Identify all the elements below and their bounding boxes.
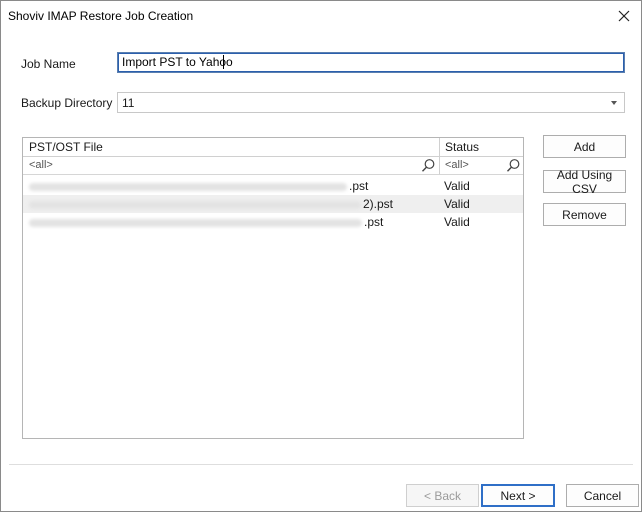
job-name-label: Job Name [21,57,76,71]
file-suffix: 2).pst [363,197,394,211]
status-filter-cell[interactable]: <all> [440,157,523,175]
table-row[interactable]: 2).pst Valid [23,195,523,213]
backup-directory-select[interactable]: 11 [117,92,625,113]
redacted-path [29,218,362,227]
status-cell: Valid [444,179,470,193]
file-path-cell: 2).pst [29,195,393,213]
file-filter-text: <all> [29,159,53,171]
column-header-file[interactable]: PST/OST File [23,138,440,157]
redacted-path [29,200,361,209]
close-button[interactable] [607,1,641,31]
backup-directory-label: Backup Directory [21,96,113,110]
add-button[interactable]: Add [543,135,626,158]
table-row[interactable]: .pst Valid [23,177,523,195]
chevron-down-icon[interactable] [611,101,617,105]
job-name-input[interactable] [117,52,625,73]
file-path-cell: .pst [29,177,368,195]
next-button[interactable]: Next > [481,484,555,507]
add-using-csv-button[interactable]: Add Using CSV [543,168,626,196]
title-bar: Shoviv IMAP Restore Job Creation [1,1,641,31]
text-caret [223,55,224,69]
status-cell: Valid [444,197,470,211]
dialog-window: Shoviv IMAP Restore Job Creation Job Nam… [0,0,642,512]
pst-file-grid[interactable]: PST/OST File Status <all> <all> .pst Val… [22,137,524,439]
cancel-button[interactable]: Cancel [566,484,639,507]
file-filter-cell[interactable]: <all> [23,157,440,175]
status-cell: Valid [444,215,470,229]
back-button[interactable]: < Back [406,484,479,507]
column-header-status[interactable]: Status [440,138,523,157]
magnifier-icon[interactable] [421,158,436,173]
status-filter-text: <all> [445,159,469,171]
table-row[interactable]: .pst Valid [23,213,523,231]
remove-button[interactable]: Remove [543,203,626,226]
footer-divider [9,464,633,465]
file-path-cell: .pst [29,213,383,231]
magnifier-icon[interactable] [506,158,521,173]
redacted-path [29,182,347,191]
backup-directory-value: 11 [122,96,135,110]
close-icon [618,10,630,22]
file-suffix: .pst [364,215,384,229]
window-title: Shoviv IMAP Restore Job Creation [8,9,194,23]
file-suffix: .pst [349,179,369,193]
